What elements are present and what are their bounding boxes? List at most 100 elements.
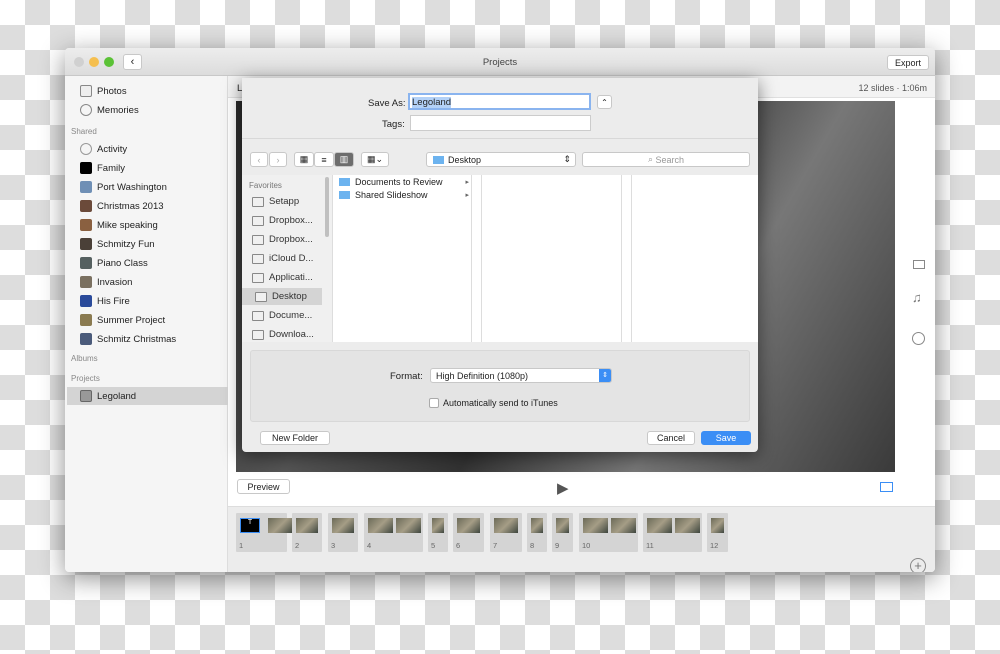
save-as-value: Legoland — [412, 97, 452, 108]
favorites-scrollbar[interactable] — [325, 177, 329, 237]
favorite-item[interactable]: Docume... — [252, 307, 332, 324]
sidebar-item-shared[interactable]: Schmitz Christmas — [80, 330, 228, 348]
save-as-label: Save As: — [368, 98, 406, 109]
preview-button[interactable]: Preview — [237, 479, 290, 494]
format-value: High Definition (1080p) — [436, 370, 529, 381]
album-thumbnail — [80, 162, 92, 174]
album-thumbnail — [80, 257, 92, 269]
slide-clip[interactable]: 12 — [707, 513, 728, 552]
sidebar-item-shared[interactable]: Schmitzy Fun — [80, 235, 228, 253]
list-view-button[interactable]: ≡ — [314, 152, 334, 167]
collapse-button[interactable]: ⌃ — [597, 95, 612, 109]
album-thumbnail — [80, 295, 92, 307]
favorite-item[interactable]: iCloud D... — [252, 250, 332, 267]
clip-number: 10 — [582, 541, 591, 550]
slide-clip[interactable]: 3 — [328, 513, 358, 552]
favorite-item[interactable]: Dropbox... — [252, 231, 332, 248]
sidebar-item-shared[interactable]: Mike speaking — [80, 216, 228, 234]
sidebar-item-legoland[interactable]: Legoland — [67, 387, 228, 405]
music-icon[interactable]: ♫ — [912, 290, 922, 305]
clip-thumbnail — [396, 518, 421, 533]
documents-icon — [252, 310, 264, 321]
sidebar-item-label: Piano Class — [97, 257, 148, 269]
slide-clip[interactable]: 11 — [643, 513, 702, 552]
clip-thumbnail — [368, 518, 393, 533]
sidebar-item-shared[interactable]: Activity — [80, 140, 228, 158]
album-thumbnail — [80, 333, 92, 345]
nav-forward-button[interactable]: › — [269, 152, 287, 167]
slide-clip[interactable]: 2 — [292, 513, 322, 552]
sidebar-item-shared[interactable]: Christmas 2013 — [80, 197, 228, 215]
sidebar-item-memories[interactable]: Memories — [80, 101, 228, 119]
icon-view-button[interactable]: ▦ — [294, 152, 314, 167]
sidebar-item-photos[interactable]: Photos — [80, 82, 228, 100]
section-header-projects: Projects — [71, 374, 100, 383]
slide-clip[interactable]: 8 — [527, 513, 547, 552]
clip-thumbnail — [556, 518, 569, 533]
sidebar-item-shared[interactable]: Invasion — [80, 273, 228, 291]
itunes-checkbox[interactable] — [429, 398, 439, 408]
favorite-label: Desktop — [272, 291, 307, 302]
sidebar-item-shared[interactable]: Port Washington — [80, 178, 228, 196]
sidebar-item-shared[interactable]: His Fire — [80, 292, 228, 310]
theme-icon[interactable] — [913, 260, 925, 269]
favorite-item[interactable]: Setapp — [252, 193, 332, 210]
title-slide: T — [240, 518, 260, 533]
save-as-input[interactable]: Legoland — [408, 93, 591, 110]
slide-clip[interactable]: 4 — [364, 513, 423, 552]
favorite-label: Setapp — [269, 196, 300, 207]
album-thumbnail — [80, 314, 92, 326]
folder-icon — [339, 191, 350, 199]
slide-clip[interactable]: 10 — [579, 513, 638, 552]
favorite-item[interactable]: Downloa... — [252, 326, 332, 343]
favorite-label: Applicati... — [269, 272, 313, 283]
nav-back-button[interactable]: ‹ — [250, 152, 268, 167]
album-thumbnail — [80, 238, 92, 250]
favorite-item[interactable]: Desktop — [242, 288, 322, 305]
clip-thumbnail — [332, 518, 354, 533]
tags-input[interactable] — [410, 115, 591, 131]
favorite-item[interactable]: Dropbox... — [252, 212, 332, 229]
sidebar-item-shared[interactable]: Summer Project — [80, 311, 228, 329]
file-browser: Documents to Review ▸ Shared Slideshow ▸ — [332, 175, 758, 342]
favorite-label: Dropbox... — [269, 234, 313, 245]
file-row[interactable]: Shared Slideshow ▸ — [339, 190, 469, 200]
file-row[interactable]: Documents to Review ▸ — [339, 177, 469, 187]
favorite-label: Docume... — [269, 310, 313, 321]
slide-clip[interactable]: 9 — [552, 513, 573, 552]
window-title: Projects — [482, 57, 518, 68]
favorite-label: Downloa... — [269, 329, 314, 340]
sidebar-item-label: Schmitzy Fun — [97, 238, 155, 250]
search-placeholder: Search — [655, 154, 685, 165]
loop-icon[interactable] — [880, 482, 893, 492]
arrange-button[interactable]: ▦⌄ — [361, 152, 389, 167]
play-icon[interactable]: ▶ — [557, 479, 569, 497]
clip-thumbnail — [647, 518, 672, 533]
sidebar-item-label: His Fire — [97, 295, 130, 307]
slide-clip[interactable]: 5 — [428, 513, 448, 552]
sidebar-item-shared[interactable]: Family — [80, 159, 228, 177]
sidebar-item-label: Port Washington — [97, 181, 167, 193]
search-field[interactable]: ⌕ Search — [582, 152, 750, 167]
sidebar: Photos Memories Shared Activity Family Por… — [65, 76, 228, 572]
save-button[interactable]: Save — [701, 431, 751, 445]
slide-clip[interactable]: 6 — [453, 513, 484, 552]
favorite-item[interactable]: Applicati... — [252, 269, 332, 286]
applications-icon — [252, 272, 264, 283]
new-folder-button[interactable]: New Folder — [260, 431, 330, 445]
section-header-albums: Albums — [71, 354, 98, 363]
slide-clip[interactable]: T1 — [236, 513, 293, 552]
format-select[interactable]: High Definition (1080p) ⇕ — [430, 368, 612, 383]
export-button[interactable]: Export — [887, 55, 929, 70]
sidebar-item-label: Summer Project — [97, 314, 166, 326]
slide-clip[interactable]: 7 — [490, 513, 522, 552]
duration-icon[interactable] — [912, 332, 925, 345]
cancel-button[interactable]: Cancel — [647, 431, 695, 445]
column-view-button[interactable]: ▥ — [334, 152, 354, 167]
section-header-shared: Shared — [71, 127, 97, 136]
sidebar-item-label: Christmas 2013 — [97, 200, 164, 212]
clip-thumbnail — [457, 518, 480, 533]
sidebar-item-shared[interactable]: Piano Class — [80, 254, 228, 272]
add-slide-icon[interactable]: + — [910, 558, 926, 572]
location-popup[interactable]: Desktop ⇕ — [426, 152, 576, 167]
